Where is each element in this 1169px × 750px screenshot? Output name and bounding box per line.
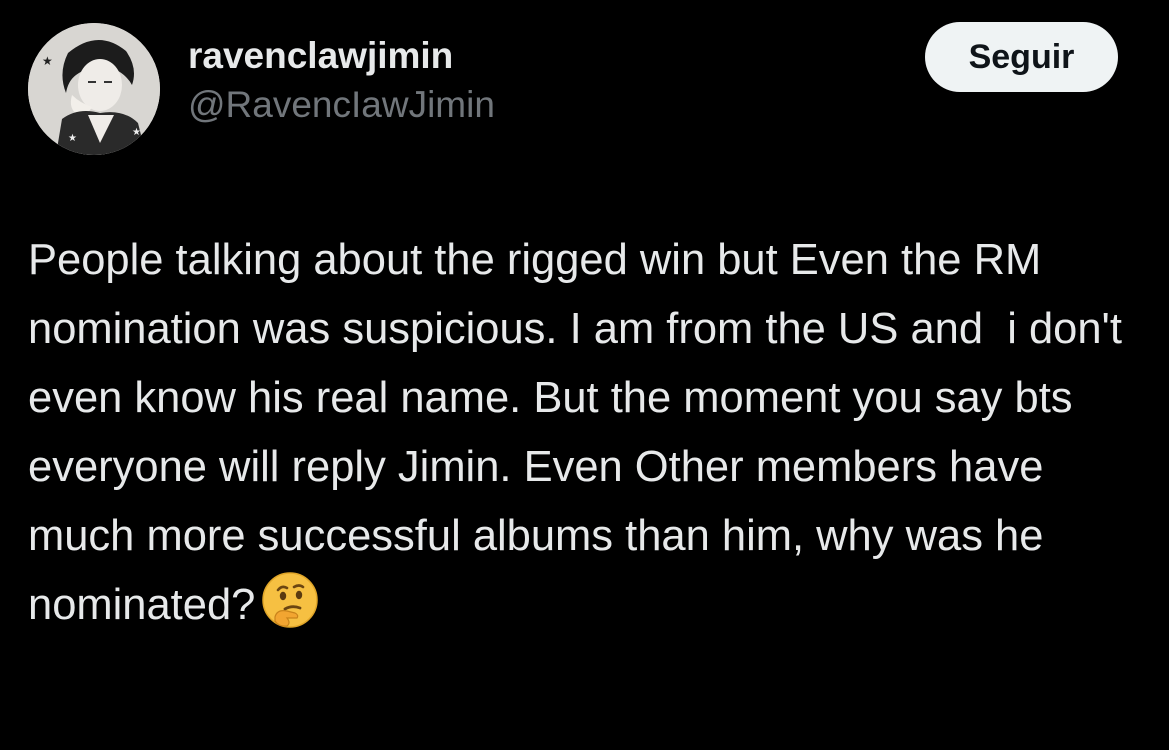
follow-button[interactable]: Seguir (925, 22, 1118, 92)
author-names: ravenclawjimin @RavencIawJimin (188, 34, 495, 128)
thinking-face-icon (261, 571, 319, 650)
svg-text:★: ★ (132, 127, 141, 138)
tweet-text: People talking about the rigged win but … (28, 226, 1148, 650)
author-handle[interactable]: @RavencIawJimin (188, 82, 495, 128)
avatar-photo-icon: ★ ★ ★ (28, 23, 160, 155)
svg-text:★: ★ (42, 54, 53, 68)
tweet-text-content: People talking about the rigged win but … (28, 236, 1135, 629)
svg-text:★: ★ (68, 133, 77, 144)
tweet-header: ★ ★ ★ ravenclawjimin @RavencIawJimin Seg… (28, 20, 1128, 155)
tweet-card: ★ ★ ★ ravenclawjimin @RavencIawJimin Seg… (0, 0, 1169, 750)
avatar[interactable]: ★ ★ ★ (28, 23, 160, 155)
author-display-name[interactable]: ravenclawjimin (188, 34, 495, 78)
